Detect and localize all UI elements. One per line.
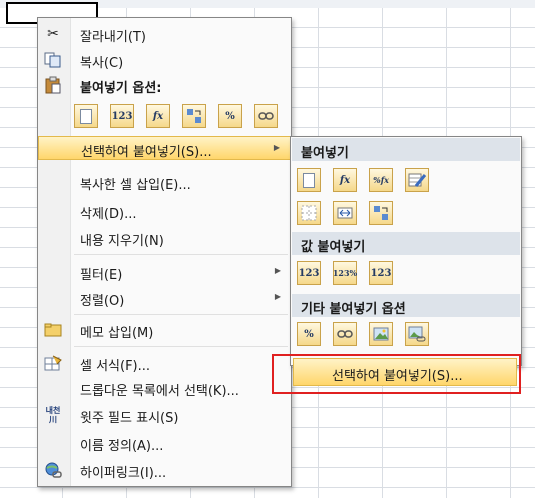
document-glyph	[303, 172, 315, 188]
values-source-formatting-icon[interactable]: 123	[369, 261, 393, 285]
paste-icon[interactable]	[297, 168, 321, 192]
document-glyph	[80, 108, 92, 124]
menu-item-define-name[interactable]: 이름 정의(A)...	[38, 431, 291, 455]
paste-transpose-icon[interactable]	[182, 104, 206, 128]
menu-item-phonetic[interactable]: 내천 川 윗주 필드 표시(S)	[38, 403, 291, 427]
transpose-icon[interactable]	[369, 201, 393, 225]
paste-link-icon[interactable]	[333, 322, 357, 346]
menu-item-label: 잘라내기(T)	[80, 30, 146, 45]
menu-item-label: 메모 삽입(M)	[80, 326, 154, 341]
scissors-icon: ✂	[47, 26, 59, 42]
keep-source-formatting-icon[interactable]	[405, 168, 429, 192]
context-menu: ✂ 잘라내기(T) 복사(C) 붙여넣기 옵션: 123 fx % 선택하여 붙…	[37, 17, 292, 487]
menu-item-label: 내용 지우기(N)	[80, 234, 164, 249]
icon-text: %fx	[373, 175, 389, 185]
submenu-header-other: 기타 붙여넣기 옵션	[292, 294, 520, 317]
menu-item-label: 셀 서식(F)...	[80, 359, 151, 374]
hyperlink-icon	[43, 461, 63, 479]
clipboard-icon	[43, 76, 63, 94]
menu-item-label: 이름 정의(A)...	[80, 439, 164, 454]
menu-item-label: 복사(C)	[80, 56, 124, 71]
icon-text: 123%	[332, 268, 358, 278]
paste-formulas-icon[interactable]: fx	[146, 104, 170, 128]
paste-formulas-number-format-icon[interactable]: %fx	[369, 168, 393, 192]
menu-item-paste-special[interactable]: 선택하여 붙여넣기(S)... ▶	[38, 136, 291, 160]
menu-separator	[74, 346, 288, 347]
linked-picture-icon[interactable]	[405, 322, 429, 346]
menu-item-cut[interactable]: ✂ 잘라내기(T)	[38, 22, 291, 46]
keep-column-widths-icon[interactable]	[333, 201, 357, 225]
menu-item-format-cells[interactable]: 셀 서식(F)...	[38, 351, 291, 375]
menu-item-label: 윗주 필드 표시(S)	[80, 411, 179, 426]
paste-values-icon[interactable]: 123	[297, 261, 321, 285]
menu-item-label: 하이퍼링크(I)...	[80, 466, 167, 481]
menu-separator	[74, 314, 288, 315]
chevron-right-icon: ▶	[274, 292, 281, 301]
submenu-header-label: 기타 붙여넣기 옵션	[301, 302, 406, 317]
menu-item-sort[interactable]: 정렬(O) ▶	[38, 286, 291, 310]
paste-formatting-icon[interactable]: %	[218, 104, 242, 128]
menu-item-filter[interactable]: 필터(E) ▶	[38, 260, 291, 284]
paste-icon[interactable]	[74, 104, 98, 128]
menu-item-delete[interactable]: 삭제(D)...	[38, 199, 291, 223]
menu-item-label: 필터(E)	[80, 268, 123, 283]
copy-icon	[43, 51, 63, 69]
menu-item-label: 선택하여 붙여넣기(S)...	[81, 145, 212, 160]
submenu-header-label: 값 붙여넣기	[301, 240, 366, 255]
chevron-right-icon: ▶	[274, 266, 281, 275]
icon-text: %	[304, 328, 314, 340]
menu-item-label: 복사한 셀 삽입(E)...	[80, 178, 191, 193]
menu-item-dropdown-pick[interactable]: 드롭다운 목록에서 선택(K)...	[38, 376, 291, 400]
paste-options-header: 붙여넣기 옵션:	[80, 81, 162, 96]
comment-icon	[43, 321, 63, 339]
formatting-icon[interactable]: %	[297, 322, 321, 346]
chevron-right-icon: ▶	[273, 143, 280, 152]
menu-item-copy[interactable]: 복사(C)	[38, 48, 291, 72]
menu-separator	[74, 254, 288, 255]
menu-item-clear-contents[interactable]: 내용 지우기(N)	[38, 226, 291, 250]
icon-text: 123	[111, 110, 133, 122]
icon-text: %	[225, 110, 235, 122]
menu-item-insert-comment[interactable]: 메모 삽입(M)	[38, 318, 291, 342]
submenu-header-label: 붙여넣기	[301, 146, 349, 161]
menu-item-insert-copied-cells[interactable]: 복사한 셀 삽입(E)...	[38, 170, 291, 194]
phonetic-icon: 내천 川	[45, 406, 61, 424]
paste-link-icon[interactable]	[254, 104, 278, 128]
menu-item-label: 삭제(D)...	[80, 207, 137, 222]
picture-icon[interactable]	[369, 322, 393, 346]
values-number-format-icon[interactable]: 123%	[333, 261, 357, 285]
icon-text: fx	[152, 110, 164, 122]
submenu-header-paste: 붙여넣기	[292, 138, 520, 161]
paste-values-icon[interactable]: 123	[110, 104, 134, 128]
icon-text: fx	[339, 174, 351, 186]
highlight-annotation-box	[272, 354, 521, 394]
menu-item-label: 정렬(O)	[80, 294, 125, 309]
menu-item-label: 드롭다운 목록에서 선택(K)...	[80, 384, 239, 399]
paste-formulas-icon[interactable]: fx	[333, 168, 357, 192]
menu-item-hyperlink[interactable]: 하이퍼링크(I)...	[38, 458, 291, 482]
paste-special-submenu: 붙여넣기 fx %fx 값 붙여넣기 123 123% 123 기타 붙여넣기 …	[290, 136, 522, 386]
icon-text: 123	[298, 267, 320, 279]
paste-options-header-row: 붙여넣기 옵션:	[38, 73, 291, 97]
submenu-header-values: 값 붙여넣기	[292, 232, 520, 255]
no-borders-icon[interactable]	[297, 201, 321, 225]
icon-text: 123	[370, 267, 392, 279]
format-cells-icon	[43, 354, 63, 372]
